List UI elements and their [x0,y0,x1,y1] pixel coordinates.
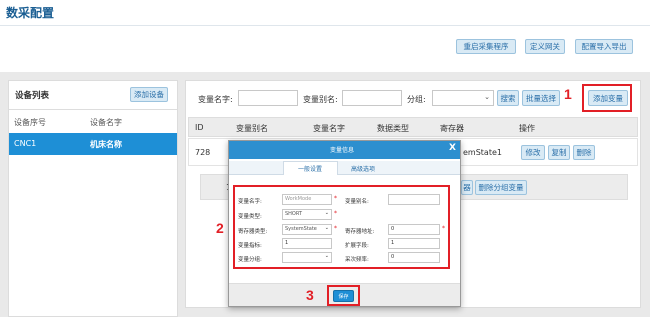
annotation-box-1 [582,84,632,112]
page-title: 数采配置 [6,6,55,20]
copy-button[interactable]: 复制 [548,145,570,160]
annotation-number-1: 1 [564,86,572,102]
delete-group-vars-button[interactable]: 删除分组变量 [475,180,527,195]
var-name-input[interactable] [238,90,298,106]
modal-tabs-bar [229,161,460,175]
modal-close-icon[interactable]: X [449,143,456,153]
table-header-type: 数据类型 [377,124,409,133]
var-name-label: 变量名字: [198,95,233,104]
table-header-id: ID [195,123,204,132]
config-import-export-button[interactable]: 配置导入导出 [575,39,633,54]
tab-advanced[interactable]: 高级选项 [351,164,375,173]
table-header-name: 变量名字 [313,124,345,133]
row-id: 728 [195,148,211,157]
device-list-divider [9,109,177,110]
modal-title: 变量信息 [330,147,355,154]
edit-button[interactable]: 修改 [521,145,545,160]
annotation-box-3 [327,285,360,306]
search-button[interactable]: 搜索 [497,90,519,106]
group-label: 分组: [407,95,426,104]
device-col-seq: 设备序号 [14,118,46,127]
title-divider [0,25,650,26]
chevron-down-icon: ⌄ [484,93,490,101]
device-col-name: 设备名字 [90,118,122,127]
var-alias-label: 变量别名: [303,95,338,104]
restart-collector-button[interactable]: 重启采集程序 [456,39,516,54]
device-list-title: 设备列表 [15,91,50,101]
annotation-number-2: 2 [216,220,224,236]
tab-general-label: 一般设置 [298,166,323,173]
table-header-register: 寄存器 [440,124,464,133]
device-row-name: 机床名称 [90,140,122,149]
define-gateway-button[interactable]: 定义网关 [525,39,565,54]
footer-small-button[interactable]: 器 [461,180,473,195]
device-list-panel [8,80,178,317]
device-row-seq: CNC1 [14,139,37,148]
add-device-button[interactable]: 添加设备 [130,87,168,102]
batch-select-button[interactable]: 批量选择 [522,90,560,106]
row-register: emState1 [463,148,502,157]
table-header-alias: 变量别名 [236,124,268,133]
table-header-ops: 操作 [519,124,535,133]
annotation-number-3: 3 [306,287,314,303]
group-select[interactable]: ⌄ [432,90,494,106]
annotation-box-2 [233,185,450,269]
delete-button[interactable]: 删除 [573,145,595,160]
var-alias-input[interactable] [342,90,402,106]
